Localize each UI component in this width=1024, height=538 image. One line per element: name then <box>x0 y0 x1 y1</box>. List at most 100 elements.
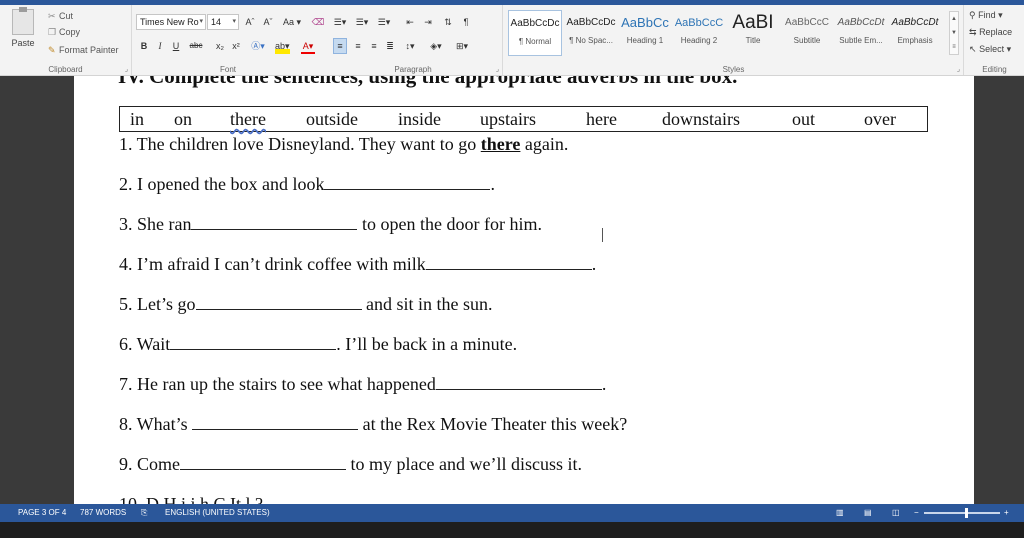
sentence-8: 8. What’s at the Rex Movie Theater this … <box>119 414 627 435</box>
bullets-icon[interactable]: ☰▾ <box>333 14 347 30</box>
style-no-spacing[interactable]: AaBbCcDc ¶ No Spac... <box>564 10 618 56</box>
answer-blank[interactable] <box>180 454 346 470</box>
zoom-slider[interactable] <box>924 512 1000 514</box>
paintbrush-icon: ✎ <box>48 45 56 55</box>
style-heading-1[interactable]: AaBbCc Heading 1 <box>618 10 672 56</box>
sentence-10-partial: 10. D H i i h C It l ? <box>119 494 263 504</box>
styles-gallery-scroll[interactable]: ▲ ▼ ≡ <box>949 11 959 55</box>
ribbon: Paste ✂ Cut ❐ Copy ✎ Format Painter Clipboa… <box>0 0 1024 76</box>
answer-blank[interactable] <box>195 294 362 310</box>
shrink-font-button[interactable]: Aˇ <box>261 14 275 30</box>
page-count[interactable]: PAGE 3 OF 4 <box>18 504 66 522</box>
italic-button[interactable]: I <box>153 38 167 54</box>
styles-launcher-icon[interactable]: ⌟ <box>957 65 960 73</box>
print-layout-icon[interactable]: ▤ <box>864 504 872 522</box>
style-emphasis[interactable]: AaBbCcDt Emphasis <box>888 10 942 56</box>
sentence-text: 9. Come <box>119 454 180 474</box>
align-center-icon[interactable]: ≡ <box>351 38 365 54</box>
line-spacing-icon[interactable]: ↕▾ <box>403 38 417 54</box>
pilcrow-icon[interactable]: ¶ <box>459 14 473 30</box>
word-count[interactable]: 787 WORDS <box>80 504 126 522</box>
font-group-label: Font <box>219 65 236 74</box>
highlight-icon[interactable]: ab▾ <box>275 38 290 54</box>
style-name: Heading 2 <box>680 36 718 45</box>
document-page[interactable]: IV. Complete the sentences, using the ap… <box>74 76 974 504</box>
answer-blank[interactable] <box>425 254 592 270</box>
font-color-icon[interactable]: A▾ <box>301 38 315 54</box>
read-mode-icon[interactable]: ▥ <box>836 504 844 522</box>
font-size-combo[interactable]: 14 ▾ <box>207 14 239 30</box>
language[interactable]: ENGLISH (UNITED STATES) <box>165 504 270 522</box>
style-title[interactable]: AaBI Title <box>726 10 780 56</box>
sort-icon[interactable]: ⇅ <box>441 14 455 30</box>
numbering-icon[interactable]: ☰▾ <box>355 14 369 30</box>
subscript-button[interactable]: x₂ <box>213 38 227 54</box>
clipboard-icon <box>12 7 34 35</box>
font-size-value: 14 <box>211 17 222 27</box>
superscript-button[interactable]: x² <box>229 38 243 54</box>
font-group: Times New Ro ▾ 14 ▾ Aˆ Aˇ Aa ▾ ⌫ B I U abc… <box>133 5 503 75</box>
increase-indent-icon[interactable]: ⇥ <box>421 14 435 30</box>
style-subtle-emphasis[interactable]: AaBbCcDt Subtle Em... <box>834 10 888 56</box>
answer-blank[interactable] <box>324 174 491 190</box>
zoom-slider-thumb[interactable] <box>965 508 968 518</box>
copy-label: Copy <box>59 27 81 37</box>
borders-icon[interactable]: ⊞▾ <box>455 38 469 54</box>
style-subtitle[interactable]: AaBbCcC Subtitle <box>780 10 834 56</box>
style-preview: AaBbCcDc <box>566 17 616 28</box>
answer-blank[interactable] <box>170 334 337 350</box>
select-label: Select <box>979 44 1005 54</box>
editing-group-label: Editing <box>982 65 1007 74</box>
word-box-item: in <box>130 109 145 129</box>
web-layout-icon[interactable]: ◫ <box>892 504 900 522</box>
find-button[interactable]: ⚲ Find ▾ <box>969 10 1003 21</box>
word-box-item: here <box>586 109 617 129</box>
answer-blank[interactable] <box>435 374 602 390</box>
sentence-text: and sit in the sun. <box>361 294 493 314</box>
format-painter-button[interactable]: ✎ Format Painter <box>48 45 119 56</box>
select-button[interactable]: ↖ Select ▾ <box>969 44 1011 55</box>
word-box-item: upstairs <box>480 109 536 129</box>
align-left-icon[interactable]: ≡ <box>333 38 347 54</box>
zoom-out-icon[interactable]: − <box>914 504 919 522</box>
sentence-text: at the Rex Movie Theater this week? <box>358 414 628 434</box>
style-heading-2[interactable]: AaBbCcC Heading 2 <box>672 10 726 56</box>
proofing-icon[interactable]: ⎘ <box>141 504 147 522</box>
shading-icon[interactable]: ◈▾ <box>429 38 443 54</box>
paragraph-launcher-icon[interactable]: ⌟ <box>496 65 499 73</box>
replace-button[interactable]: ⇆ Replace <box>969 27 1012 38</box>
multilevel-list-icon[interactable]: ☰▾ <box>377 14 391 30</box>
answer-blank[interactable] <box>192 414 359 430</box>
strikethrough-button[interactable]: abc <box>189 38 203 54</box>
clear-formatting-icon[interactable]: ⌫ <box>311 14 325 30</box>
justify-icon[interactable]: ≣ <box>383 38 397 54</box>
clipboard-launcher-icon[interactable]: ⌟ <box>125 65 128 73</box>
sentence-7: 7. He ran up the stairs to see what happ… <box>119 374 606 395</box>
cut-label: Cut <box>59 11 74 21</box>
replace-icon: ⇆ <box>969 27 977 37</box>
copy-icon: ❐ <box>48 27 57 37</box>
status-bar: PAGE 3 OF 4 787 WORDS ⎘ ENGLISH (UNITED … <box>0 504 1024 522</box>
copy-button[interactable]: ❐ Copy <box>48 27 80 38</box>
sentence-text: to my place and we’ll discuss it. <box>346 454 582 474</box>
font-name-combo[interactable]: Times New Ro ▾ <box>136 14 206 30</box>
underline-button[interactable]: U <box>169 38 183 54</box>
grow-font-button[interactable]: Aˆ <box>243 14 257 30</box>
answer-blank[interactable] <box>191 214 358 230</box>
exercise-heading: IV. Complete the sentences, using the ap… <box>118 76 738 88</box>
sentence-1: 1. The children love Disneyland. They wa… <box>119 134 568 155</box>
bold-button[interactable]: B <box>137 38 151 54</box>
cut-button[interactable]: ✂ Cut <box>48 11 73 22</box>
text-effects-icon[interactable]: Ⓐ▾ <box>251 38 265 54</box>
align-right-icon[interactable]: ≡ <box>367 38 381 54</box>
sentence-text: . I’ll be back in a minute. <box>336 334 518 354</box>
change-case-button[interactable]: Aa ▾ <box>281 14 303 30</box>
zoom-in-icon[interactable]: + <box>1004 504 1009 522</box>
decrease-indent-icon[interactable]: ⇤ <box>403 14 417 30</box>
word-box-item: over <box>864 109 896 129</box>
style-normal[interactable]: AaBbCcDc ¶ Normal <box>508 10 562 56</box>
style-preview: AaBbCcDc <box>510 18 560 29</box>
style-preview: AaBI <box>732 12 774 33</box>
style-preview: AaBbCc <box>621 15 669 30</box>
paste-button[interactable]: Paste <box>8 7 38 48</box>
